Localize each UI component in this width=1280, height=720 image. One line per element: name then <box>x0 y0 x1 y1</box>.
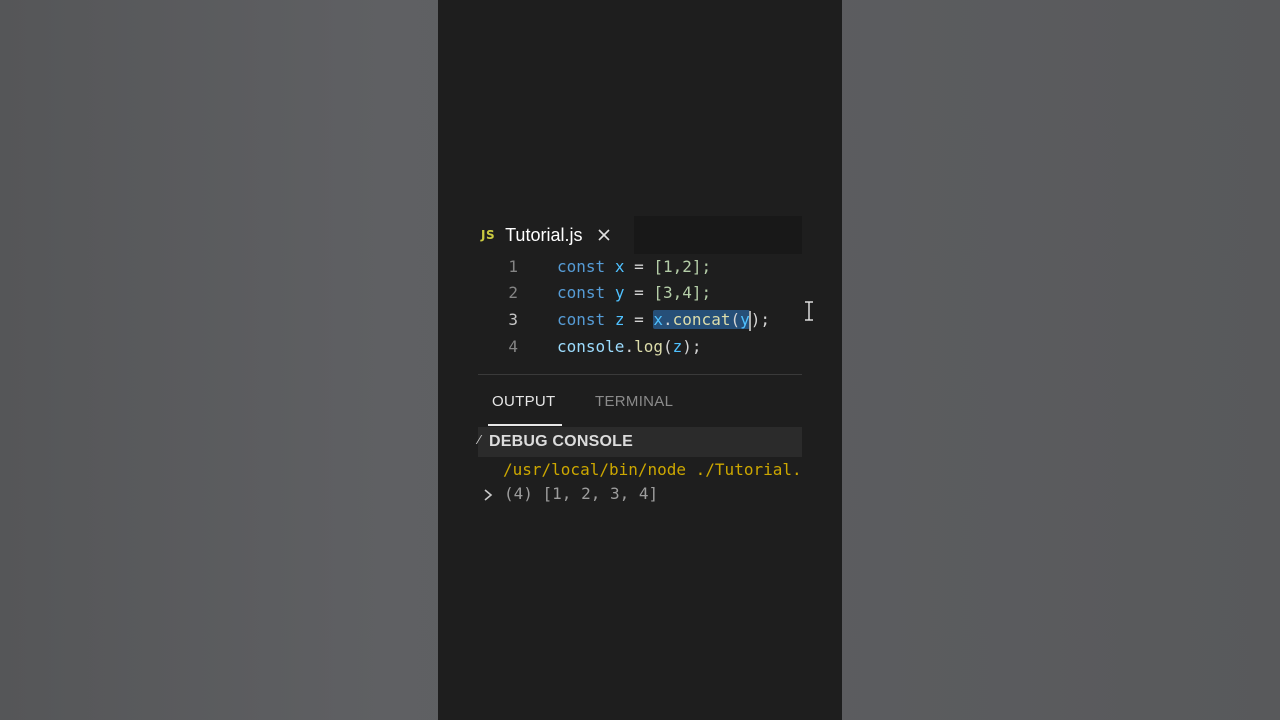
keyword-token: const <box>557 310 606 329</box>
code-text: const y = [3,4]; <box>557 280 711 306</box>
code-line[interactable]: 1 const x = [1,2]; <box>478 254 802 280</box>
panel-divider <box>478 374 802 375</box>
code-line[interactable]: 2 const y = [3,4]; <box>478 280 802 306</box>
value-token: [1,2]; <box>653 257 712 276</box>
code-text: const x = [1,2]; <box>557 254 711 280</box>
tab-tutorial-js[interactable]: JS Tutorial.js <box>478 216 612 254</box>
paren-token: ( <box>662 337 673 356</box>
argument-token: z <box>672 337 683 356</box>
debug-console-title: DEBUG CONSOLE <box>489 433 633 450</box>
method-token: log <box>634 337 663 356</box>
object-token: x <box>653 310 664 329</box>
operator-token: = <box>634 257 644 276</box>
tab-title: Tutorial.js <box>505 224 583 245</box>
dot-token: . <box>624 337 635 356</box>
tab-output[interactable]: OUTPUT <box>492 384 555 420</box>
value-token: [3,4]; <box>653 283 712 302</box>
method-token: concat <box>672 310 731 329</box>
console-result-value: (4) [1, 2, 3, 4] <box>504 484 659 503</box>
operator-token: = <box>634 310 644 329</box>
line-number: 2 <box>508 283 518 302</box>
close-token: ); <box>682 337 702 356</box>
line-number: 1 <box>508 257 518 276</box>
tab-terminal[interactable]: TERMINAL <box>595 384 673 420</box>
dot-token: . <box>663 310 673 329</box>
text-selection[interactable]: x.concat(y <box>653 310 750 329</box>
active-tab-indicator <box>488 424 562 426</box>
editor-tab-bar: JS Tutorial.js <box>478 216 802 254</box>
console-result-line: (4) [1, 2, 3, 4] <box>482 482 658 506</box>
variable-token: y <box>614 283 625 302</box>
variable-token: x <box>614 257 625 276</box>
line-number: 4 <box>508 337 518 356</box>
chevron-down-icon: ⁄ <box>478 433 481 447</box>
object-token: console <box>557 337 625 356</box>
code-text: console.log(z); <box>557 334 702 360</box>
tab-bar-empty-area <box>634 216 802 254</box>
paren-token: ( <box>730 310 741 329</box>
console-command-line: /usr/local/bin/node ./Tutorial.js <box>503 460 802 479</box>
panel-tabs: OUTPUT TERMINAL <box>478 384 802 426</box>
js-file-icon: JS <box>481 228 496 242</box>
mouse-ibeam-cursor-icon <box>805 301 813 321</box>
code-editor[interactable]: 1 const x = [1,2]; 2 const y = [3,4]; 3 … <box>478 254 813 372</box>
close-token: ); <box>750 310 770 329</box>
code-line-active[interactable]: 3 const z = x.concat(y); <box>478 307 802 333</box>
variable-token: z <box>614 310 625 329</box>
operator-token: = <box>634 283 644 302</box>
keyword-token: const <box>557 257 606 276</box>
keyword-token: const <box>557 283 606 302</box>
debug-console-header[interactable]: ⁄ DEBUG CONSOLE <box>478 427 802 457</box>
code-line[interactable]: 4 console.log(z); <box>478 334 802 360</box>
editor-video-frame: JS Tutorial.js 1 const x = [1,2]; 2 cons… <box>438 0 842 720</box>
close-icon[interactable] <box>596 227 612 243</box>
chevron-right-icon[interactable] <box>482 488 494 502</box>
code-text: const z = x.concat(y); <box>557 307 770 333</box>
line-number: 3 <box>508 310 518 329</box>
